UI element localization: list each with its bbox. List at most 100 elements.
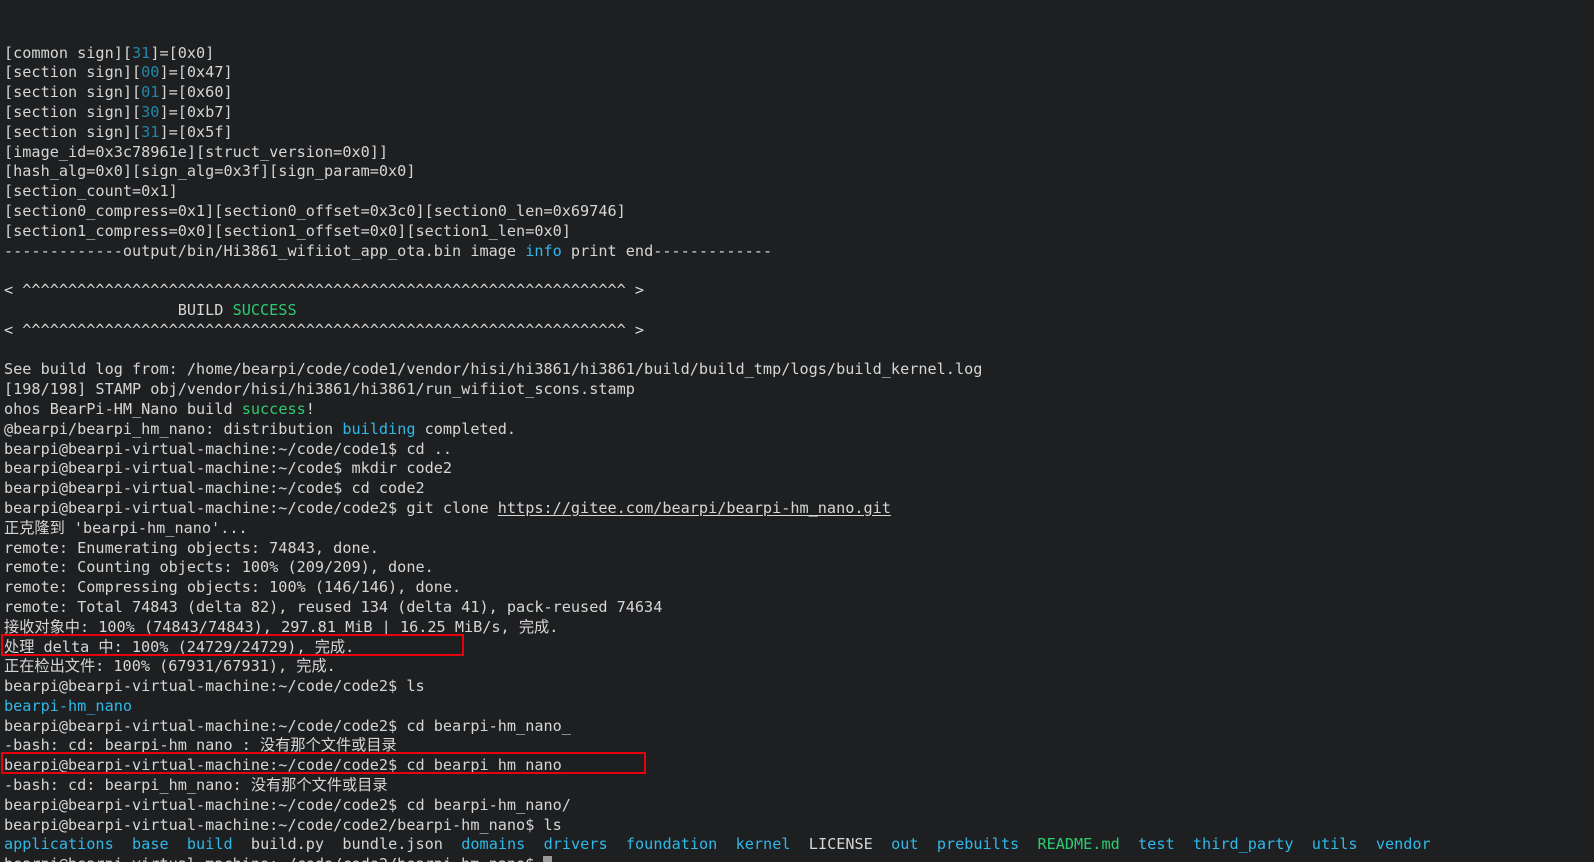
terminal-text-span: build.py: [250, 835, 325, 854]
terminal-line: 正克隆到 'bearpi-hm_nano'...: [4, 519, 1594, 539]
terminal-text-span: 接收对象中: 100% (74843/74843), 297.81 MiB | …: [4, 617, 559, 636]
terminal-text-span: [section sign][: [4, 122, 142, 141]
terminal-text-span: See build log from: /home/bearpi/code/co…: [4, 360, 983, 379]
terminal-text-span: remote: Enumerating objects: 74843, done…: [4, 538, 379, 557]
terminal-line: bearpi@bearpi-virtual-machine:~/code$ mk…: [4, 459, 1594, 479]
terminal-text-span: ]=[0x60]: [159, 83, 233, 102]
terminal-line: bearpi@bearpi-virtual-machine:~/code/cod…: [4, 796, 1594, 816]
terminal-text-span: 31: [141, 122, 160, 141]
terminal-text-span: applications: [4, 835, 114, 854]
terminal-text-span: completed.: [415, 419, 517, 438]
terminal-line: 正在检出文件: 100% (67931/67931), 完成.: [4, 657, 1594, 677]
terminal-text-span: [608, 835, 626, 853]
terminal-text-span: out: [891, 835, 919, 854]
terminal-text-span: 处理 delta 中: 100% (24729/24729), 完成.: [4, 637, 355, 656]
terminal-text-span: base: [132, 835, 169, 854]
terminal-text-span: [1175, 835, 1193, 853]
terminal-text-span: README.md: [1037, 835, 1120, 854]
terminal-text-span: LICENSE: [808, 835, 873, 854]
terminal-text-span: 31: [132, 43, 151, 62]
terminal-line: [hash_alg=0x0][sign_alg=0x3f][sign_param…: [4, 162, 1594, 182]
terminal-text-span: building: [342, 419, 416, 438]
terminal-line: 处理 delta 中: 100% (24729/24729), 完成.: [4, 638, 1594, 658]
terminal-text-span: [section sign][: [4, 83, 142, 102]
terminal-line: [section sign][00]=[0x47]: [4, 63, 1594, 83]
terminal-text-span: utils: [1311, 835, 1358, 854]
terminal-text-span: [169, 835, 187, 853]
terminal-text-span: [1358, 835, 1376, 853]
terminal-window[interactable]: [common sign][31]=[0x0] [section sign][00…: [0, 0, 1594, 862]
terminal-text-span: [section_count=0x1]: [4, 182, 178, 201]
terminal-text-span: bearpi@bearpi-virtual-machine:~/code/cod…: [4, 815, 562, 834]
terminal-line: [section sign][31]=[0x5f]: [4, 123, 1594, 143]
terminal-text-span: ]=[0x5f]: [159, 122, 233, 141]
terminal-text-span: [1294, 835, 1312, 853]
terminal-line: bearpi@bearpi-virtual-machine:~/code/cod…: [4, 855, 1594, 862]
terminal-text-span: !: [305, 399, 315, 418]
terminal-text-span: @bearpi/bearpi_hm_nano: distribution: [4, 419, 343, 438]
terminal-line: [section_count=0x1]: [4, 182, 1594, 202]
terminal-text-span: [443, 835, 461, 853]
terminal-text-span: [919, 835, 937, 853]
terminal-text-span: bearpi@bearpi-virtual-machine:~/code$ mk…: [4, 459, 453, 478]
terminal-text-span: bearpi@bearpi-virtual-machine:~/code$ cd…: [4, 479, 425, 498]
terminal-text-span: [114, 835, 132, 853]
terminal-line: bearpi@bearpi-virtual-machine:~/code/cod…: [4, 440, 1594, 460]
terminal-text-span: -bash: cd: bearpi_hm_nano: 没有那个文件或目录: [4, 776, 388, 795]
terminal-text-span: 正克隆到 'bearpi-hm_nano'...: [4, 518, 248, 537]
terminal-line: BUILD SUCCESS: [4, 301, 1594, 321]
terminal-text-span: [1019, 835, 1037, 853]
terminal-text-span: [section sign][: [4, 102, 142, 121]
terminal-text-span: BUILD: [4, 300, 233, 319]
terminal-text-span: ohos BearPi-HM_Nano build: [4, 399, 242, 418]
terminal-text-span: remote: Counting objects: 100% (209/209)…: [4, 558, 434, 577]
terminal-line: -bash: cd: bearpi_hm_nano: 没有那个文件或目录: [4, 776, 1594, 796]
terminal-line: bearpi@bearpi-virtual-machine:~/code$ cd…: [4, 479, 1594, 499]
terminal-text-span: [section sign][: [4, 63, 142, 82]
terminal-text-span: 01: [141, 83, 160, 102]
terminal-text-span: bearpi@bearpi-virtual-machine:~/code/cod…: [4, 756, 562, 775]
terminal-text-span: bearpi@bearpi-virtual-machine:~/code/cod…: [4, 855, 543, 862]
terminal-line: remote: Enumerating objects: 74843, done…: [4, 539, 1594, 559]
terminal-line: @bearpi/bearpi_hm_nano: distribution bui…: [4, 420, 1594, 440]
terminal-text-span: kernel: [735, 835, 791, 854]
terminal-text-span: print end-------------: [561, 241, 773, 260]
terminal-line: [section0_compress=0x1][section0_offset=…: [4, 202, 1594, 222]
terminal-line: < ^^^^^^^^^^^^^^^^^^^^^^^^^^^^^^^^^^^^^^…: [4, 281, 1594, 301]
terminal-text-span: ]=[0xb7]: [159, 102, 233, 121]
terminal-text-span: vendor: [1375, 835, 1431, 854]
terminal-line: -bash: cd: bearpi-hm_nano_: 没有那个文件或目录: [4, 736, 1594, 756]
terminal-line: See build log from: /home/bearpi/code/co…: [4, 360, 1594, 380]
terminal-text-span: [section0_compress=0x1][section0_offset=…: [4, 201, 626, 220]
terminal-line: 接收对象中: 100% (74843/74843), 297.81 MiB | …: [4, 618, 1594, 638]
terminal-line: < ^^^^^^^^^^^^^^^^^^^^^^^^^^^^^^^^^^^^^^…: [4, 321, 1594, 341]
terminal-text-span: test: [1138, 835, 1175, 854]
terminal-text-span: bundle.json: [342, 835, 443, 854]
terminal-text-span: bearpi@bearpi-virtual-machine:~/code/cod…: [4, 439, 453, 458]
terminal-cursor: [543, 856, 553, 862]
terminal-text-span: [common sign][: [4, 43, 133, 62]
terminal-text-span: bearpi@bearpi-virtual-machine:~/code/cod…: [4, 795, 571, 814]
terminal-text-span: bearpi-hm_nano: [4, 696, 133, 715]
terminal-line: bearpi@bearpi-virtual-machine:~/code/cod…: [4, 499, 1594, 519]
terminal-line: applications base build build.py bundle.…: [4, 835, 1594, 855]
terminal-text-span: build: [186, 835, 233, 854]
terminal-text-span: domains: [461, 835, 526, 854]
terminal-line: bearpi@bearpi-virtual-machine:~/code/cod…: [4, 717, 1594, 737]
terminal-line: [198/198] STAMP obj/vendor/hisi/hi3861/h…: [4, 380, 1594, 400]
terminal-text-span: foundation: [625, 835, 718, 854]
terminal-text-span: < ^^^^^^^^^^^^^^^^^^^^^^^^^^^^^^^^^^^^^^…: [4, 281, 645, 300]
terminal-text-span: third_party: [1192, 835, 1294, 854]
terminal-text-span: info: [525, 241, 562, 260]
terminal-text-span: [873, 835, 891, 853]
terminal-line: bearpi-hm_nano: [4, 697, 1594, 717]
terminal-text-span: [1120, 835, 1138, 853]
terminal-text-span: [section1_compress=0x0][section1_offset=…: [4, 221, 571, 240]
terminal-text-span: https://gitee.com/bearpi/bearpi-hm_nano.…: [497, 498, 891, 517]
terminal-text-span: bearpi@bearpi-virtual-machine:~/code/cod…: [4, 677, 425, 696]
terminal-text-span: -------------output/bin/Hi3861_wifiiot_a…: [4, 241, 526, 260]
terminal-text-span: drivers: [543, 835, 608, 854]
terminal-text-span: SUCCESS: [232, 300, 297, 319]
